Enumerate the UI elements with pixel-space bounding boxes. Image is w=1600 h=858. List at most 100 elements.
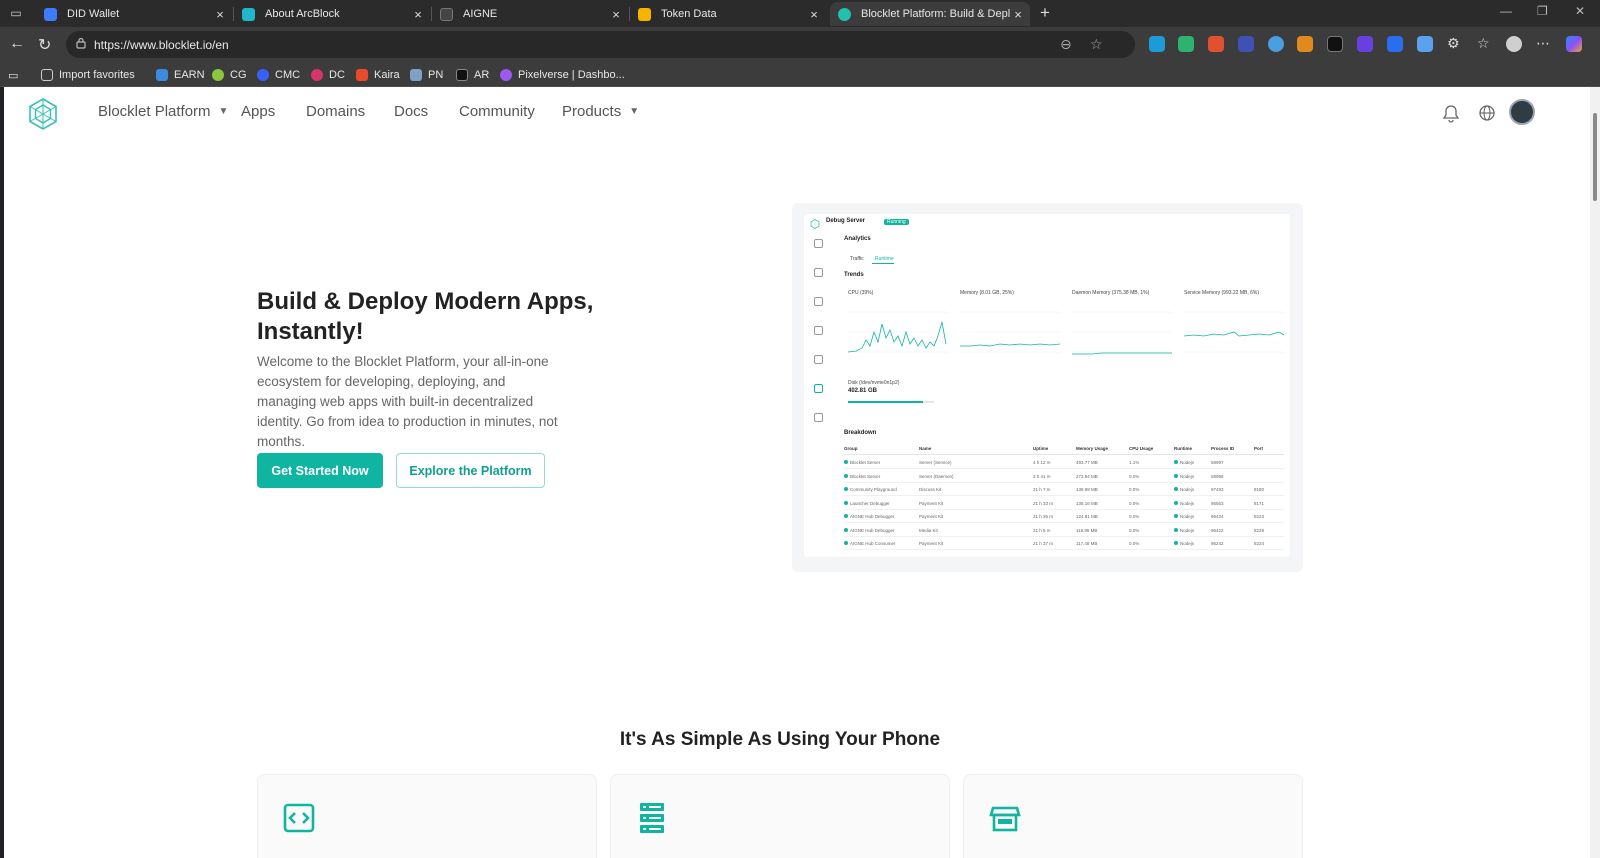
dc-icon [311,69,323,81]
bookmark-import-favorites[interactable]: Import favorites [41,67,135,83]
site-info-icon[interactable] [76,37,86,49]
favorite-star-icon[interactable]: ☆ [1090,36,1103,53]
team-icon [814,355,823,364]
status-dot-icon [1174,500,1178,505]
breakdown-cell: 124.81 MB [1076,514,1098,519]
bookmark-cmc[interactable]: CMC [257,67,300,83]
breakdown-cell: Nodejs [1174,473,1194,479]
copilot-icon[interactable] [1566,36,1582,52]
bookmarks-bar: ▭ Import favorites EARN CG CMC DC Kaira … [0,62,1600,87]
kaira-icon [356,69,368,81]
extension-icon[interactable] [1208,36,1224,52]
explore-platform-button[interactable]: Explore the Platform [396,453,545,488]
restore-icon[interactable]: ❐ [1537,4,1548,18]
coinmarketcap-icon [257,69,269,81]
nav-community[interactable]: Community [459,103,535,120]
status-dot-icon [1174,514,1178,518]
dashboard-icon [814,239,823,248]
extension-icon[interactable] [1149,36,1165,52]
address-bar[interactable]: https://www.blocklet.io/en ⊖ ☆ [66,31,1135,58]
back-icon[interactable]: ← [9,35,25,53]
bookmark-dc[interactable]: DC [311,67,345,83]
logs-icon [814,326,823,335]
status-dot-icon [1174,487,1178,491]
tab-title: DID Wallet [67,8,120,20]
breakdown-cell: 135.16 MB [1076,500,1098,506]
extension-icon[interactable] [1327,36,1343,52]
tab-actions-icon[interactable]: ▭ [8,5,24,21]
profile-avatar-icon[interactable] [1506,36,1522,52]
bookmark-ar[interactable]: AR [456,67,489,83]
status-dot-icon [1174,460,1178,464]
extension-icon[interactable] [1297,36,1313,52]
language-globe-icon[interactable] [1476,102,1498,124]
new-tab-icon[interactable]: + [1040,3,1050,23]
close-tab-icon[interactable]: × [608,7,624,22]
extension-icon[interactable] [1238,36,1254,52]
tab-title: Blocklet Platform: Build & Deploy [861,8,1010,20]
bookmarks-menu-icon[interactable]: ▭ [8,67,18,83]
nav-docs[interactable]: Docs [394,103,428,120]
tab-aigne[interactable]: AIGNE × [432,2,628,26]
extensions-puzzle-icon[interactable]: ⚙ [1447,35,1460,52]
close-tab-icon[interactable]: × [410,7,426,22]
close-tab-icon[interactable]: × [806,7,822,22]
minimize-icon[interactable]: — [1500,4,1512,18]
scrollbar-thumb[interactable] [1593,113,1597,201]
nav-products[interactable]: Products ▼ [562,103,639,120]
breakdown-row: Community Playground Discuss Kit 21 h 7 m 1… [844,483,1284,496]
breakdown-cell: 21 h 7 m [1033,487,1051,492]
more-menu-icon[interactable]: ⋯ [1536,35,1550,52]
analytics-icon [814,384,823,393]
breakdown-cell: 21 h 37 m [1033,541,1054,546]
breakdown-cell: 493.77 MB [1076,460,1098,465]
server-stack-icon [640,803,664,833]
arcblock-favicon-icon [242,7,255,21]
token-data-favicon-icon [638,7,651,21]
nav-blocklet-platform[interactable]: Blocklet Platform ▼ [98,103,228,120]
bookmark-earn[interactable]: EARN [156,67,205,83]
blocklet-logo-icon[interactable] [26,97,60,131]
tab-token-data[interactable]: Token Data × [630,2,826,26]
bookmark-cg[interactable]: CG [212,67,247,83]
user-avatar[interactable] [1509,99,1535,125]
breakdown-cell: Discuss Kit [919,487,942,492]
breakdown-cell: Payment Kit [919,514,944,519]
reload-icon[interactable]: ↻ [38,35,51,55]
section-title: It's As Simple As Using Your Phone [619,729,941,750]
tab-about-arcblock[interactable]: About ArcBlock × [234,2,430,26]
close-tab-icon[interactable]: × [1010,7,1026,22]
close-tab-icon[interactable]: × [212,7,228,22]
breakdown-cell: 0.0% [1129,473,1140,479]
url-text[interactable]: https://www.blocklet.io/en [94,38,229,52]
bookmark-pn[interactable]: PN [410,67,443,83]
breakdown-cell: Community Playground [844,487,897,492]
chart-title: Daemon Memory (375.38 MB, 1%) [1072,290,1150,296]
close-window-icon[interactable]: ✕ [1575,4,1585,18]
breakdown-cell: Blocklet Server [844,473,880,479]
status-dot-icon [844,514,848,518]
nav-apps[interactable]: Apps [241,103,275,120]
breakdown-cell: 3 h 41 m [1033,473,1051,479]
notification-bell-icon[interactable] [1440,102,1462,124]
tab-blocklet-platform[interactable]: Blocklet Platform: Build & Deploy × [830,2,1030,26]
bookmark-kaira[interactable]: Kaira [356,67,400,83]
chevron-down-icon: ▼ [629,106,640,117]
reader-mode-icon[interactable]: ⊖ [1060,36,1072,53]
status-dot-icon [844,527,848,532]
nav-domains[interactable]: Domains [306,103,365,120]
tab-runtime: Runtime [875,256,894,262]
extension-icon[interactable] [1178,36,1194,52]
extension-icon[interactable] [1357,36,1373,52]
page-scrollbar[interactable] [1590,87,1600,858]
extension-icon[interactable] [1387,36,1403,52]
breakdown-row: Blocklet Server Server (Daemon) 3 h 41 m 27… [844,470,1284,483]
chart-title: Memory (8.01 GB, 25%) [960,290,1014,296]
extension-icon[interactable] [1417,36,1433,52]
tab-strip: ▭ DID Wallet × About ArcBlock × AIGNE × … [0,0,1600,27]
favorites-icon[interactable]: ☆ [1477,35,1490,52]
get-started-button[interactable]: Get Started Now [257,453,383,488]
extension-icon[interactable] [1268,36,1284,52]
bookmark-pixelverse[interactable]: Pixelverse | Dashbo... [500,67,625,83]
tab-did-wallet[interactable]: DID Wallet × [36,2,232,26]
